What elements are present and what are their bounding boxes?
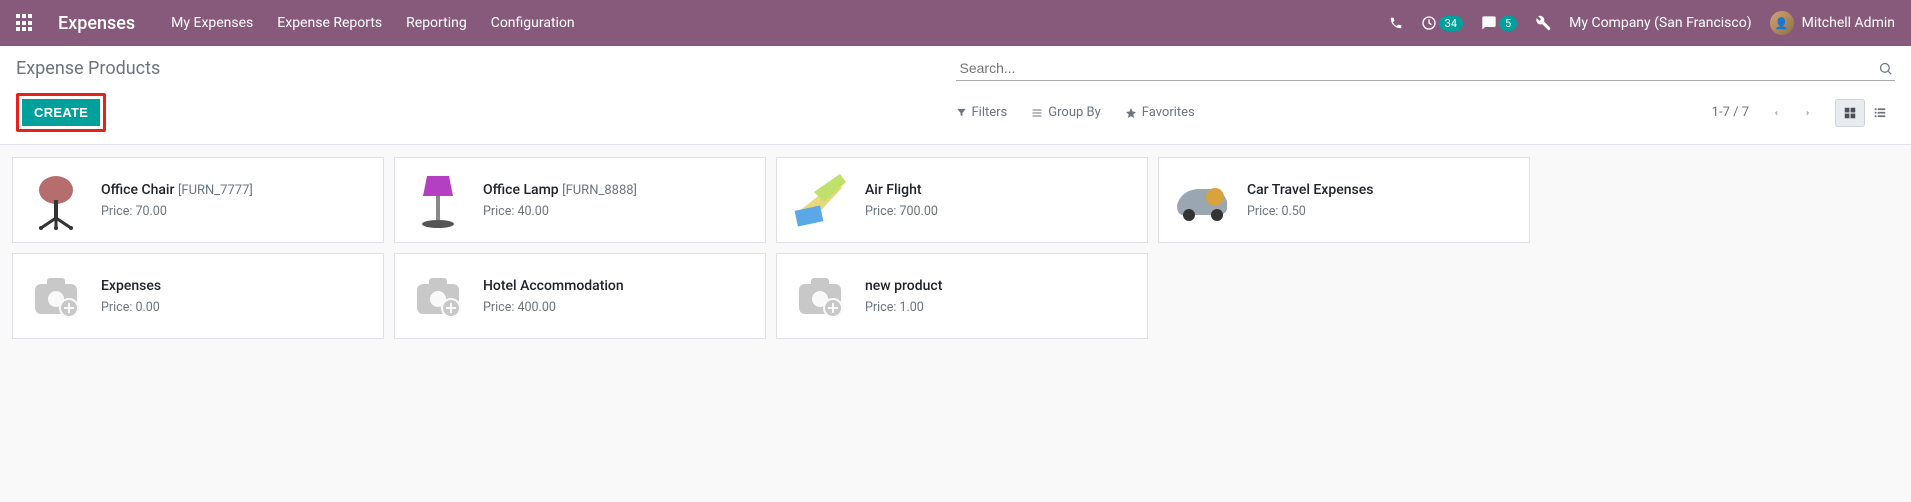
filters-button[interactable]: Filters — [956, 105, 1008, 120]
favorites-label: Favorites — [1142, 105, 1195, 120]
avatar: 👤 — [1770, 11, 1794, 35]
product-price: Price: 700.00 — [865, 204, 938, 219]
product-image — [789, 169, 851, 231]
product-price: Price: 0.50 — [1247, 204, 1373, 219]
nav-configuration[interactable]: Configuration — [491, 15, 575, 31]
view-list[interactable] — [1865, 99, 1895, 127]
nav-my-expenses[interactable]: My Expenses — [171, 15, 253, 31]
view-kanban[interactable] — [1835, 99, 1865, 127]
pager-range[interactable]: 1-7 / 7 — [1712, 105, 1749, 120]
product-image — [1171, 169, 1233, 231]
product-card[interactable]: Air Flight Price: 700.00 — [776, 157, 1148, 243]
control-panel: Expense Products CREATE Filters Group By… — [0, 46, 1911, 145]
search-wrap — [956, 56, 1896, 81]
app-brand[interactable]: Expenses — [58, 13, 135, 34]
product-image — [407, 169, 469, 231]
apps-icon[interactable] — [16, 14, 34, 32]
product-name: Air Flight — [865, 182, 938, 198]
activity-icon[interactable]: 34 — [1421, 15, 1463, 31]
kanban-view: Office Chair [FURN_7777] Price: 70.00 Of… — [0, 145, 1911, 351]
product-card[interactable]: Hotel Accommodation Price: 400.00 — [394, 253, 766, 339]
product-name: Car Travel Expenses — [1247, 182, 1373, 198]
nav-reporting[interactable]: Reporting — [406, 15, 467, 31]
product-card[interactable]: Expenses Price: 0.00 — [12, 253, 384, 339]
settings-icon[interactable] — [1535, 15, 1551, 31]
product-card[interactable]: Office Chair [FURN_7777] Price: 70.00 — [12, 157, 384, 243]
product-name: Office Lamp [FURN_8888] — [483, 182, 637, 198]
placeholder-image-icon — [789, 265, 851, 327]
pager-next[interactable] — [1795, 100, 1821, 126]
product-price: Price: 70.00 — [101, 204, 253, 219]
product-price: Price: 400.00 — [483, 300, 624, 315]
nav-expense-reports[interactable]: Expense Reports — [277, 15, 382, 31]
search-icon[interactable] — [1878, 61, 1893, 76]
product-card[interactable]: Office Lamp [FURN_8888] Price: 40.00 — [394, 157, 766, 243]
create-button[interactable]: CREATE — [22, 99, 100, 126]
breadcrumb: Expense Products — [16, 58, 160, 79]
pager-prev[interactable] — [1763, 100, 1789, 126]
placeholder-image-icon — [25, 265, 87, 327]
user-name: Mitchell Admin — [1802, 15, 1895, 31]
product-name: new product — [865, 278, 942, 294]
groupby-label: Group By — [1048, 105, 1101, 120]
create-highlight: CREATE — [16, 93, 106, 132]
messages-icon[interactable]: 5 — [1481, 15, 1517, 31]
product-price: Price: 40.00 — [483, 204, 637, 219]
activity-badge: 34 — [1439, 16, 1463, 31]
company-switcher[interactable]: My Company (San Francisco) — [1569, 15, 1751, 31]
messages-badge: 5 — [1499, 16, 1517, 31]
product-name: Office Chair [FURN_7777] — [101, 182, 253, 198]
product-image — [25, 169, 87, 231]
filters-label: Filters — [972, 105, 1008, 120]
product-name: Expenses — [101, 278, 161, 294]
placeholder-image-icon — [407, 265, 469, 327]
search-input[interactable] — [956, 56, 1896, 80]
product-name: Hotel Accommodation — [483, 278, 624, 294]
user-menu[interactable]: 👤 Mitchell Admin — [1770, 11, 1895, 35]
favorites-button[interactable]: Favorites — [1125, 105, 1195, 120]
product-card[interactable]: new product Price: 1.00 — [776, 253, 1148, 339]
product-card[interactable]: Car Travel Expenses Price: 0.50 — [1158, 157, 1530, 243]
groupby-button[interactable]: Group By — [1031, 105, 1101, 120]
product-price: Price: 0.00 — [101, 300, 161, 315]
product-price: Price: 1.00 — [865, 300, 942, 315]
top-navbar: Expenses My Expenses Expense Reports Rep… — [0, 0, 1911, 46]
phone-icon[interactable] — [1389, 16, 1403, 30]
